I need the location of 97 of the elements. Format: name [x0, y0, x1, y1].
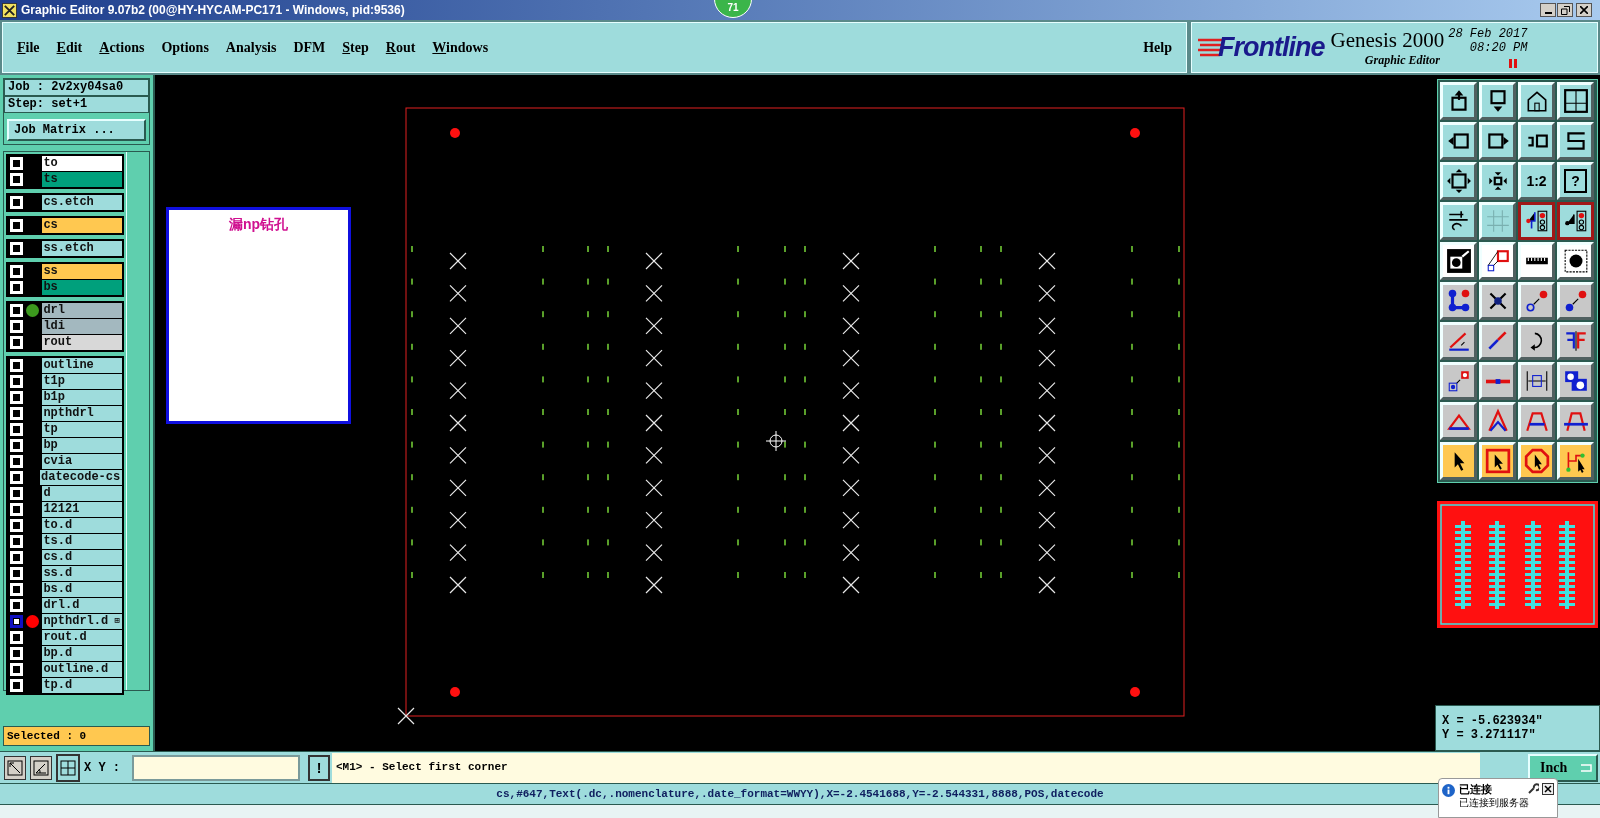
layer-name[interactable]: ts	[42, 172, 122, 187]
layer-name[interactable]: bp	[42, 438, 122, 453]
minimize-icon	[1544, 12, 1552, 14]
minimize-button[interactable]	[1540, 3, 1556, 17]
alert-button[interactable]: !	[308, 754, 330, 781]
menu-item[interactable]: Step	[342, 37, 369, 58]
dropdown-icon	[1580, 763, 1592, 772]
x-coordinate: X = -5.623934"	[1442, 714, 1544, 728]
info-icon	[1442, 784, 1455, 797]
layer-name[interactable]: datecode-cs	[40, 470, 122, 485]
pointer-square-icon	[1484, 448, 1511, 474]
layer-name[interactable]: cs.d	[42, 550, 122, 565]
layer-name[interactable]: cs.etch	[42, 195, 122, 210]
selection-count: Selected : 0	[3, 726, 150, 746]
layer-name[interactable]: ss.etch	[42, 241, 122, 256]
layer-name[interactable]: rout.d	[42, 630, 122, 645]
layer-name[interactable]: tp.d	[42, 678, 122, 693]
close-icon	[1580, 6, 1588, 14]
menu-item[interactable]: Options	[161, 37, 209, 58]
layer-name[interactable]: ldi	[42, 319, 122, 334]
prompt-text: <M1> - Select first corner	[336, 760, 508, 776]
menu-item[interactable]: File	[17, 37, 40, 58]
layer-name[interactable]: cvia	[42, 454, 122, 469]
help-menu[interactable]: Help	[1143, 37, 1172, 58]
grid-snap-button[interactable]	[56, 753, 80, 782]
toolbar-button[interactable]: 1:2	[1518, 162, 1555, 200]
circuit-lights-icon	[1523, 208, 1550, 234]
product-name: Genesis 2000	[1330, 27, 1445, 52]
popup-note-text: 漏np钻孔	[228, 215, 289, 234]
layer-name[interactable]: bs.d	[42, 582, 122, 597]
menu-item[interactable]: Windows	[432, 37, 489, 58]
menu-item[interactable]: Actions	[99, 37, 145, 58]
shapes-cluster-icon	[1562, 368, 1589, 394]
layer-name[interactable]: to	[42, 156, 122, 171]
layer-name[interactable]: rout	[42, 335, 122, 350]
wrench-icon[interactable]	[1527, 783, 1539, 795]
layer-name[interactable]: npthdrl	[42, 406, 122, 421]
restore-icon	[1560, 5, 1570, 15]
xy-label: X Y :	[84, 759, 121, 777]
step-name: Step: set+1	[4, 96, 149, 113]
time-text: 08:20 PM	[1469, 41, 1528, 55]
units-dropdown[interactable]: Inch	[1528, 753, 1598, 782]
circuit-lights-icon	[1562, 208, 1589, 234]
window-grid-icon	[1562, 88, 1589, 114]
window-title: Graphic Editor 9.07b2 (00@HY-HYCAM-PC171 - Windows, pid:9536)	[21, 2, 405, 19]
layer-checkbox[interactable]	[10, 615, 23, 628]
close-button[interactable]	[1576, 3, 1592, 17]
dot-frame-icon	[1562, 248, 1589, 274]
notification-badge: 71	[714, 0, 752, 18]
restore-button[interactable]	[1557, 3, 1573, 17]
angle-button[interactable]	[30, 755, 52, 780]
job-name: Job : 2v2xy04sa0	[4, 79, 149, 96]
layer-name[interactable]: npthdrl.d ⊞	[42, 614, 122, 629]
layer-name[interactable]: bp.d	[42, 646, 122, 661]
angle-icon	[33, 759, 49, 776]
layer-name[interactable]: drl	[42, 303, 122, 318]
layer-name[interactable]: ss	[42, 264, 122, 279]
toolbar-button[interactable]	[1518, 202, 1555, 240]
expand-box-icon	[1445, 168, 1472, 194]
product-subtitle: Graphic Editor	[1364, 51, 1440, 68]
layer-name[interactable]: tp	[42, 422, 122, 437]
menu-item[interactable]: Edit	[56, 37, 83, 58]
dot-arrow-icon	[1523, 288, 1550, 314]
layer-name[interactable]: b1p	[42, 390, 122, 405]
layer-name[interactable]: drl.d	[42, 598, 122, 613]
date-text: 28 Feb 2017	[1448, 27, 1528, 41]
notification-title: 已连接	[1459, 782, 1493, 796]
menu-item[interactable]: Rout	[385, 37, 416, 58]
notification-message: 已连接到服务器	[1459, 796, 1529, 809]
brand-logo: Frontline	[1218, 31, 1325, 65]
menu-item[interactable]: DFM	[293, 37, 326, 58]
layer-name[interactable]: d	[42, 486, 122, 501]
diagonal-box-icon	[7, 759, 23, 776]
snap-button[interactable]	[4, 755, 26, 780]
grid-icon	[1484, 208, 1511, 234]
y-coordinate: Y = 3.271117"	[1442, 728, 1537, 742]
close-icon[interactable]	[1542, 783, 1554, 795]
toolbar-button[interactable]	[1557, 202, 1594, 240]
layer-name[interactable]: outline.d	[42, 662, 122, 677]
menu-item[interactable]: Analysis	[225, 37, 277, 58]
pause-icon	[1509, 59, 1518, 68]
layer-name[interactable]: ss.d	[42, 566, 122, 581]
layer-name[interactable]: cs	[42, 218, 122, 233]
app-icon	[2, 2, 17, 18]
layer-name[interactable]: 12121	[42, 502, 122, 517]
grid-box-icon	[60, 759, 76, 776]
line-bar-icon	[1485, 378, 1510, 384]
job-matrix-button[interactable]: Job Matrix ...	[7, 119, 146, 141]
pointer-octagon-icon	[1523, 448, 1550, 474]
layer-name[interactable]: ts.d	[42, 534, 122, 549]
layer-name[interactable]: bs	[42, 280, 122, 295]
status-message: cs,#647,Text(.dc,.nomenclature,.date_format=WWYY),X=-2.4541688,Y=-2.544331,8888,POS,datecode	[496, 786, 1104, 802]
layer-name[interactable]: t1p	[42, 374, 122, 389]
toolbar-button[interactable]: ?	[1557, 162, 1594, 200]
layer-name[interactable]: to.d	[42, 518, 122, 533]
xy-input-field[interactable]	[132, 754, 300, 781]
layer-name[interactable]: outline	[42, 358, 122, 373]
